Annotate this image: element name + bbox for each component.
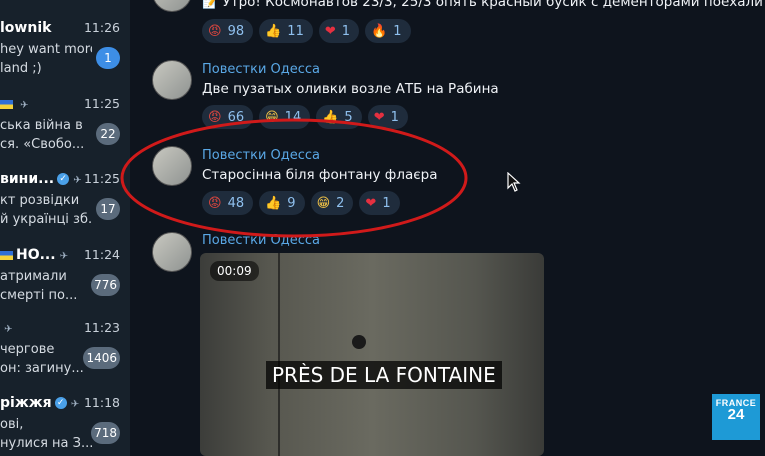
reaction-grin[interactable]: 😁 2 — [310, 191, 354, 215]
chat-preview: кт розвідки й українці зб... — [0, 193, 92, 227]
chat-name: ✈ — [0, 320, 12, 336]
chat-time: 11:18 — [83, 395, 120, 410]
chat-name: вини... ✓ ✈ — [0, 171, 82, 187]
unread-badge: 776 — [91, 274, 120, 296]
chat-preview: атримали смерті по... — [0, 269, 78, 303]
chat-list-item[interactable]: ріжжя ✓ ✈ 11:18 ові, нулися на З... 718 — [0, 391, 130, 456]
chat-list-item[interactable]: НО... ✈ 11:24 атримали смерті по... 776 — [0, 243, 130, 315]
message-author[interactable]: Повестки Одесса — [202, 148, 320, 163]
muted-icon: ✈ — [70, 399, 80, 410]
message-author[interactable]: Повестки Одесса — [202, 233, 320, 248]
video-subtitle: PRÈS DE LA FONTAINE — [266, 361, 502, 389]
reaction-angry[interactable]: 😡 98 — [202, 19, 254, 43]
thumbs-up-icon: 👍 — [322, 109, 339, 125]
reaction-angry[interactable]: 😡 48 — [202, 191, 254, 215]
chat-list-sidebar: lownik 11:26 hey want more land ;) 1 ✈ 11… — [0, 0, 130, 456]
reaction-thumbs-up[interactable]: 👍 5 — [316, 105, 362, 129]
chat-name: lownik — [0, 20, 52, 36]
grin-face-icon: 😁 — [265, 109, 279, 125]
unread-badge: 22 — [96, 123, 120, 145]
unread-badge: 17 — [96, 198, 120, 220]
message-text: 📝 Утро! Космонавтов 23/3, 25/3 опять кра… — [202, 0, 765, 10]
video-message[interactable]: 00:09 — [200, 253, 544, 456]
unread-badge: 1 — [96, 47, 120, 69]
reaction-bar: 😡 66 😁 14 👍 5 ❤ 1 — [202, 105, 408, 129]
memo-icon: 📝 — [202, 0, 219, 10]
sender-avatar[interactable] — [152, 232, 192, 272]
unread-badge: 1406 — [83, 347, 120, 369]
reaction-thumbs-up[interactable]: 👍 11 — [259, 19, 313, 43]
message-text: Старосінна біля фонтану флаєра — [202, 167, 438, 183]
heart-icon: ❤ — [373, 109, 385, 125]
reaction-bar: 😡 48 👍 9 😁 2 ❤ 1 — [202, 191, 400, 215]
chat-name: ріжжя ✓ ✈ — [0, 395, 80, 411]
chat-time: 11:26 — [83, 20, 120, 35]
chat-list-item[interactable]: вини... ✓ ✈ 11:25 кт розвідки й українці зб… — [0, 167, 130, 239]
chat-list-item[interactable]: ✈ 11:23 чергове он: загину... 1406 — [0, 316, 130, 388]
muted-icon: ✈ — [73, 175, 82, 186]
grin-face-icon: 😁 — [316, 195, 331, 211]
reaction-heart[interactable]: ❤ 1 — [318, 19, 360, 43]
angry-face-icon: 😡 — [208, 109, 222, 125]
muted-icon: ✈ — [4, 324, 13, 335]
chat-name: ✈ — [0, 96, 28, 112]
reaction-fire[interactable]: 🔥 1 — [365, 19, 411, 43]
sender-avatar[interactable] — [152, 60, 192, 100]
reaction-heart[interactable]: ❤ 1 — [359, 191, 400, 215]
sender-avatar[interactable] — [152, 146, 192, 186]
reaction-thumbs-up[interactable]: 👍 9 — [259, 191, 305, 215]
thumbs-up-icon: 👍 — [265, 195, 282, 211]
chat-list-item[interactable]: ✈ 11:25 ська війна в ся. «Свобо... 22 — [0, 92, 130, 164]
muted-icon: ✈ — [59, 251, 68, 262]
heart-icon: ❤ — [365, 195, 377, 211]
message-text: Две пузатых оливки возле АТБ на Рабина — [202, 81, 499, 97]
sender-avatar[interactable] — [152, 0, 192, 12]
reaction-heart[interactable]: ❤ 1 — [367, 105, 408, 129]
chat-time: 11:23 — [83, 320, 120, 335]
ukraine-flag-icon — [0, 99, 13, 109]
france24-logo: FRANCE 24 — [712, 394, 760, 440]
reaction-grin[interactable]: 😁 14 — [259, 105, 311, 129]
reaction-bar: 😡 98 👍 11 ❤ 1 🔥 1 — [202, 19, 411, 43]
angry-face-icon: 😡 — [208, 23, 222, 39]
thumbs-up-icon: 👍 — [265, 23, 282, 39]
mouse-cursor-icon — [507, 172, 521, 192]
chat-preview: hey want more land ;) — [0, 42, 92, 76]
chat-name: НО... ✈ — [0, 247, 68, 263]
video-frame-detail — [352, 335, 366, 349]
video-frame-detail — [278, 253, 280, 456]
verified-icon: ✓ — [54, 397, 67, 409]
chat-preview: ові, нулися на З... — [0, 417, 92, 451]
chat-list-item[interactable]: lownik 11:26 hey want more land ;) 1 — [0, 16, 130, 88]
fire-icon: 🔥 — [371, 23, 388, 39]
chat-preview: ська війна в ся. «Свобо... — [0, 118, 85, 152]
verified-icon: ✓ — [57, 173, 70, 185]
message-author[interactable]: Повестки Одесса — [202, 62, 320, 77]
reaction-angry[interactable]: 😡 66 — [202, 105, 254, 129]
chat-time: 11:25 — [83, 171, 120, 186]
video-duration: 00:09 — [210, 261, 259, 281]
heart-icon: ❤ — [324, 23, 336, 39]
chat-preview: чергове он: загину... — [0, 342, 84, 376]
muted-icon: ✈ — [20, 100, 29, 111]
angry-face-icon: 😡 — [208, 195, 222, 211]
ukraine-flag-icon — [0, 250, 13, 260]
chat-time: 11:25 — [83, 96, 120, 111]
chat-time: 11:24 — [83, 247, 120, 262]
unread-badge: 718 — [91, 422, 120, 444]
